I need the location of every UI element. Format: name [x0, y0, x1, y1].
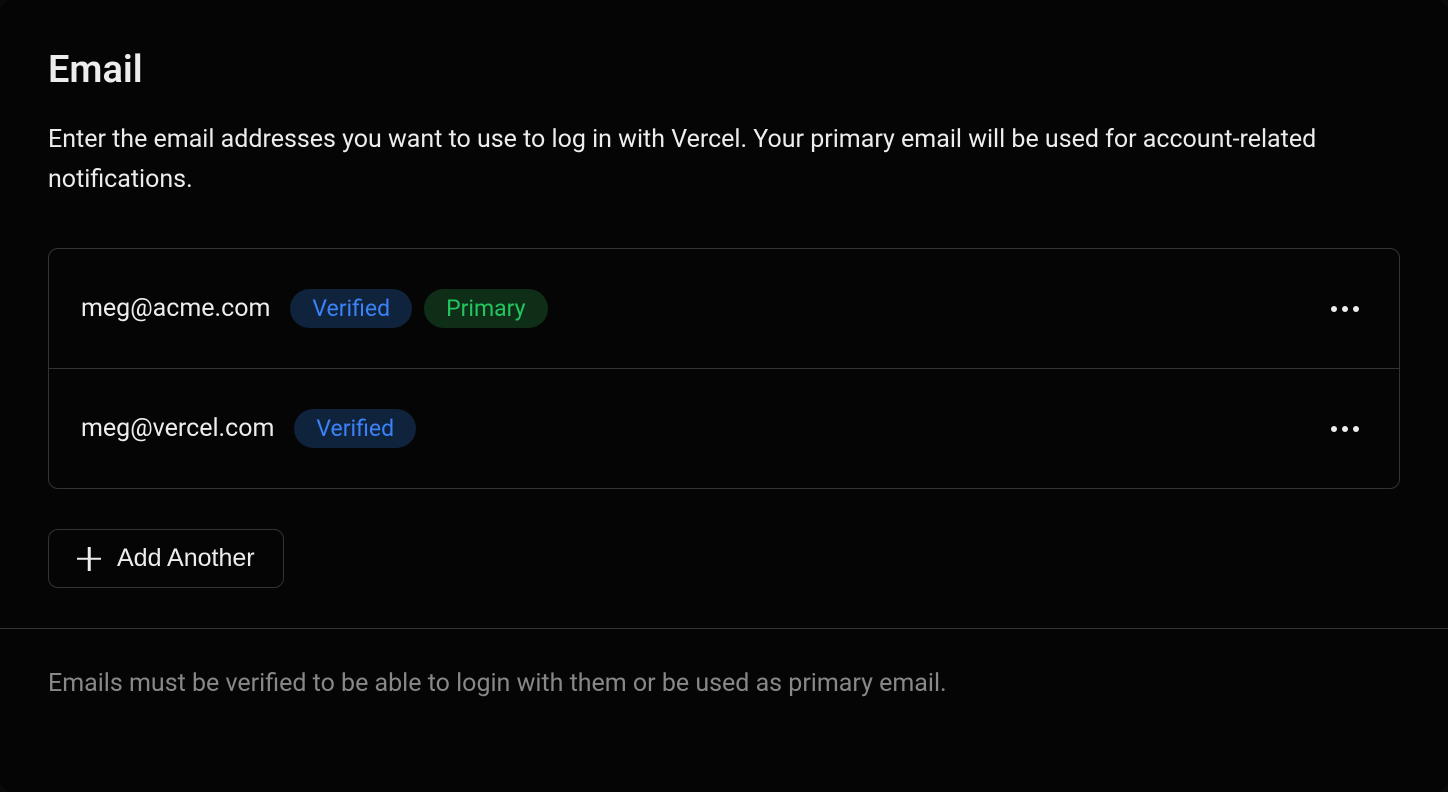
verified-badge: Verified: [294, 409, 416, 448]
plus-icon: [77, 547, 101, 571]
email-address: meg@acme.com: [81, 294, 270, 323]
verified-badge: Verified: [290, 289, 412, 328]
email-address: meg@vercel.com: [81, 414, 274, 443]
email-row: meg@vercel.com Verified: [49, 369, 1399, 488]
primary-badge: Primary: [424, 289, 547, 328]
more-options-button[interactable]: [1323, 418, 1367, 440]
card-footer: Emails must be verified to be able to lo…: [0, 628, 1448, 738]
card-header: Email Enter the email addresses you want…: [0, 0, 1448, 200]
email-settings-card: Email Enter the email addresses you want…: [0, 0, 1448, 792]
add-another-button[interactable]: Add Another: [48, 529, 284, 588]
more-options-button[interactable]: [1323, 298, 1367, 320]
footer-note: Emails must be verified to be able to lo…: [48, 669, 1400, 698]
more-icon: [1331, 426, 1359, 432]
more-icon: [1331, 306, 1359, 312]
email-row: meg@acme.com Verified Primary: [49, 249, 1399, 369]
badge-group: Verified Primary: [290, 289, 1323, 328]
email-list: meg@acme.com Verified Primary meg@vercel…: [48, 248, 1400, 489]
badge-group: Verified: [294, 409, 1323, 448]
section-title: Email: [48, 48, 1400, 92]
add-another-label: Add Another: [117, 544, 255, 573]
section-description: Enter the email addresses you want to us…: [48, 120, 1400, 200]
